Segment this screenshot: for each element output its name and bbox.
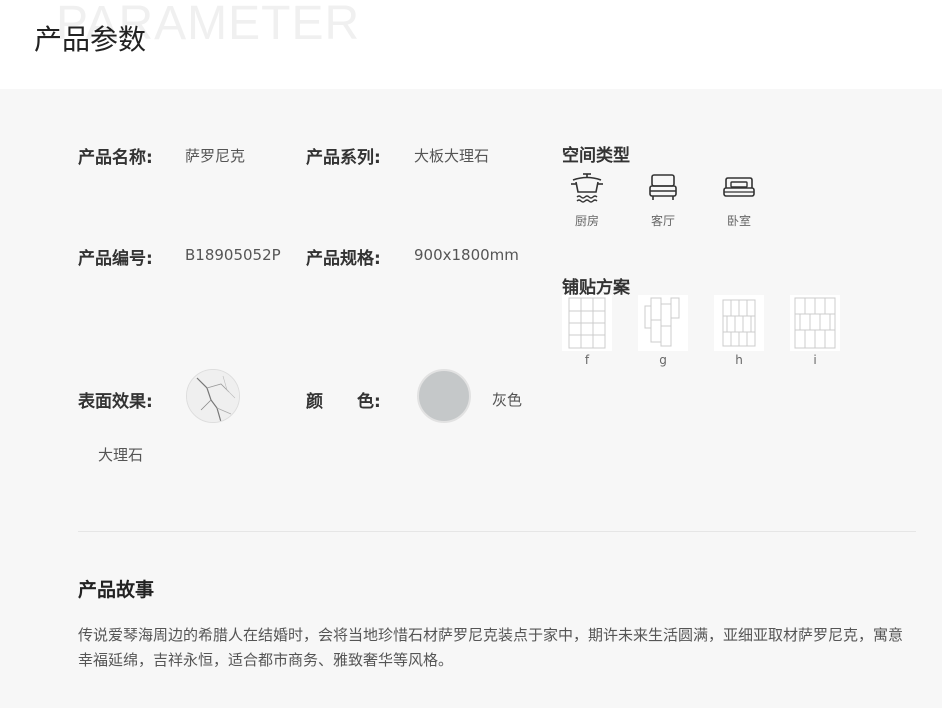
layout-item-f[interactable]: f bbox=[562, 295, 612, 367]
layout-item-label: h bbox=[735, 353, 743, 367]
name-label: 产品名称: bbox=[78, 148, 153, 168]
layout-item-i[interactable]: i bbox=[790, 295, 840, 367]
color-value: 灰色 bbox=[492, 391, 523, 409]
color-label: 颜 色: bbox=[306, 392, 381, 412]
kitchen-pot-icon bbox=[571, 173, 603, 203]
layout-item-label: i bbox=[813, 353, 817, 367]
section-divider bbox=[78, 531, 916, 532]
page-title: 产品参数 bbox=[34, 23, 147, 56]
space-item-kitchen[interactable]: 厨房 bbox=[562, 172, 612, 229]
tile-pattern-i-icon bbox=[794, 297, 836, 349]
space-item-living-room[interactable]: 客厅 bbox=[638, 172, 688, 229]
layout-item-label: f bbox=[584, 353, 590, 367]
layout-item-h[interactable]: h bbox=[714, 295, 764, 367]
color-swatch[interactable] bbox=[417, 369, 471, 423]
tile-pattern-g-icon bbox=[644, 297, 680, 347]
marble-texture-icon bbox=[187, 370, 239, 422]
tile-pattern-f-icon bbox=[568, 297, 606, 349]
layout-item-label: g bbox=[659, 353, 667, 367]
spec-value: 900x1800mm bbox=[414, 246, 519, 264]
code-value: B18905052P bbox=[185, 246, 281, 264]
space-item-label: 卧室 bbox=[726, 214, 751, 228]
space-item-label: 厨房 bbox=[574, 214, 599, 228]
story-title: 产品故事 bbox=[78, 579, 155, 601]
series-label: 产品系列: bbox=[306, 148, 381, 168]
bed-icon bbox=[723, 177, 755, 197]
space-type-title: 空间类型 bbox=[562, 146, 630, 166]
tile-pattern-h-icon bbox=[722, 299, 756, 347]
series-value: 大板大理石 bbox=[414, 147, 490, 165]
marble-swatch[interactable] bbox=[186, 369, 240, 423]
name-value: 萨罗尼克 bbox=[185, 147, 246, 165]
spec-label: 产品规格: bbox=[306, 249, 381, 269]
space-item-label: 客厅 bbox=[650, 214, 675, 228]
surface-label: 表面效果: bbox=[78, 392, 153, 412]
story-text: 传说爱琴海周边的希腊人在结婚时，会将当地珍惜石材萨罗尼克装点于家中，期许未来生活… bbox=[78, 626, 904, 669]
surface-value: 大理石 bbox=[98, 446, 144, 464]
code-label: 产品编号: bbox=[78, 249, 153, 269]
layout-item-g[interactable]: g bbox=[638, 295, 688, 367]
space-item-bedroom[interactable]: 卧室 bbox=[714, 172, 764, 229]
page-header: PARAMETER 产品参数 bbox=[0, 0, 942, 89]
sofa-icon bbox=[649, 174, 677, 200]
